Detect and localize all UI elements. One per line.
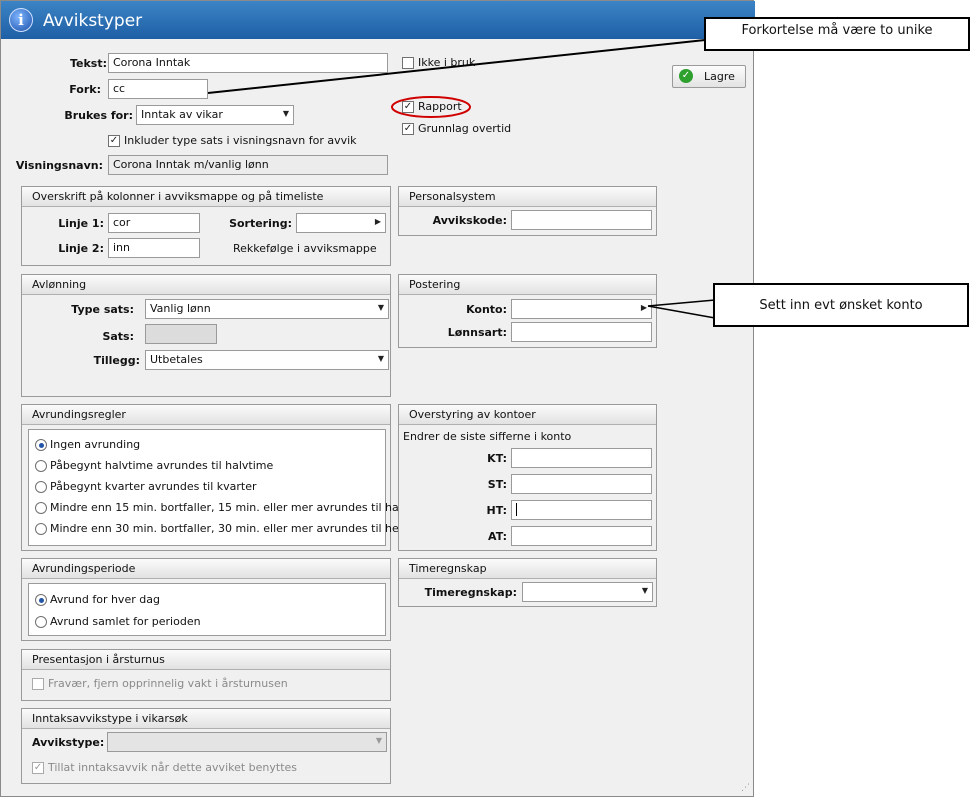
fork-callout-line bbox=[207, 39, 706, 94]
annotation-lines bbox=[207, 39, 716, 319]
konto-callout-line-top bbox=[647, 299, 716, 307]
fork-callout: Forkortelse må være to unike bbox=[704, 17, 970, 51]
konto-callout-line-bottom bbox=[647, 305, 716, 319]
konto-callout: Sett inn evt ønsket konto bbox=[713, 283, 969, 327]
